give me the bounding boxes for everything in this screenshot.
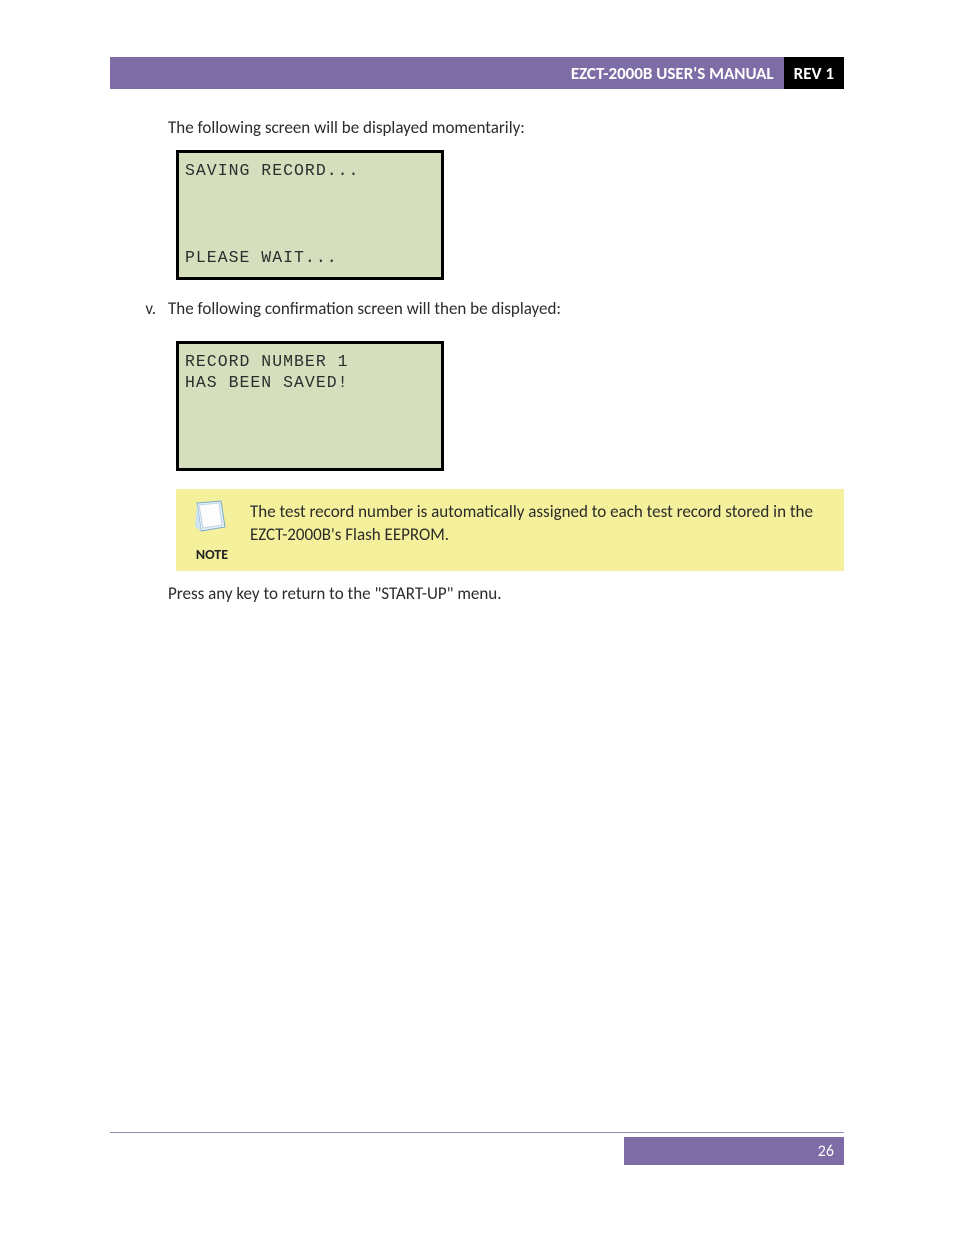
lcd-line: SAVING RECORD...	[185, 161, 435, 182]
header-title: EZCT-2000B USER'S MANUAL	[110, 57, 784, 89]
intro-text: The following screen will be displayed m…	[168, 117, 844, 138]
header-bar: EZCT-2000B USER'S MANUAL REV 1	[110, 57, 844, 89]
manual-title: EZCT-2000B USER'S MANUAL	[571, 63, 774, 84]
notepad-icon	[191, 497, 233, 542]
note-text: The test record number is automatically …	[250, 497, 834, 563]
note-label: NOTE	[196, 546, 228, 563]
footer-divider	[110, 1132, 844, 1133]
lcd-line: RECORD NUMBER 1	[185, 352, 435, 373]
step-row: v. The following confirmation screen wil…	[128, 298, 844, 329]
note-box: NOTE The test record number is automatic…	[176, 489, 844, 571]
header-revision: REV 1	[784, 57, 844, 89]
note-left: NOTE	[188, 497, 236, 563]
step-text: The following confirmation screen will t…	[168, 298, 561, 319]
page-footer: 26	[110, 1132, 844, 1165]
footer-bar: 26	[110, 1137, 844, 1165]
document-page: EZCT-2000B USER'S MANUAL REV 1 The follo…	[0, 0, 954, 1235]
lcd-line: HAS BEEN SAVED!	[185, 373, 435, 394]
lcd-spacer	[185, 182, 435, 249]
lcd-screen-saving: SAVING RECORD... PLEASE WAIT...	[176, 150, 444, 280]
lcd-line: PLEASE WAIT...	[185, 248, 435, 269]
page-number: 26	[818, 1142, 834, 1161]
outro-text: Press any key to return to the "START-UP…	[168, 583, 844, 604]
page-content: The following screen will be displayed m…	[168, 117, 844, 604]
step-marker: v.	[128, 298, 168, 329]
lcd-screen-saved: RECORD NUMBER 1 HAS BEEN SAVED!	[176, 341, 444, 471]
footer-spacer	[110, 1137, 624, 1165]
revision-label: REV 1	[794, 63, 834, 84]
page-number-box: 26	[624, 1137, 844, 1165]
